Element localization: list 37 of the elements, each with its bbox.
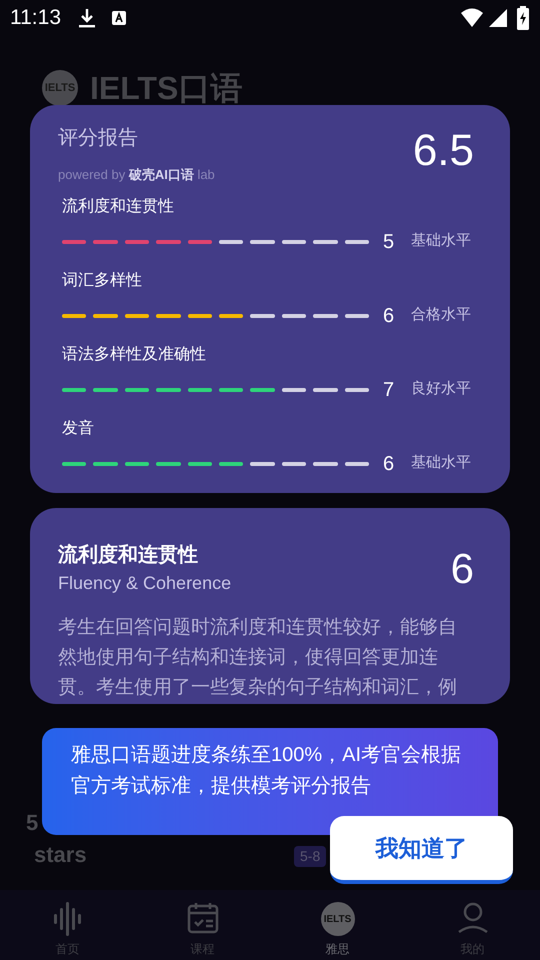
tab-label: 雅思 [326,941,350,958]
criterion-score: 6 [383,452,396,476]
clock: 11:13 [10,5,61,32]
detail-title: 流利度和连贯性 [58,542,199,568]
detail-text: 考生在回答问题时流利度和连贯性较好，能够自然地使用句子结构和连接词，使得回答更加连贯。考生使用了一些复杂的句子结构和词汇，例 [58,616,458,700]
detail-score: 6 [450,548,474,590]
ielts-icon: IELTS [320,902,354,936]
battery-icon [516,6,530,30]
card-text: 5 [26,809,38,837]
overall-score: 6.5 [412,129,474,177]
criterion-name: 语法多样性及准确性 [62,344,207,364]
criterion-score: 7 [383,378,396,402]
calendar-icon [186,902,218,936]
wifi-icon [460,8,484,28]
report-title: 评分报告 [58,126,139,151]
tip-text: 雅思口语题进度条练至100%，AI考官会根据官方考试标准，提供模考评分报告 [71,743,462,799]
detail-subtitle: Fluency & Coherence [58,572,232,595]
waveform-icon [52,902,84,936]
download-icon [77,7,97,29]
band-label: 基础水平 [411,231,471,252]
powered-by-text: powered by 破壳AI口语 lab [58,166,215,184]
criterion-name: 流利度和连贯性 [62,196,175,216]
criterion-score: 5 [383,230,396,254]
band-label: 良好水平 [411,379,471,400]
criterion-name: 发音 [62,418,95,438]
signal-icon [488,8,508,28]
nav-tab[interactable]: IELTS 雅思 [270,890,405,960]
band-label: 基础水平 [411,453,471,474]
got-it-button[interactable]: 我知道了 [330,816,513,884]
criterion-name: 词汇多样性 [62,270,143,290]
app-title: IELTS口语 [90,69,242,108]
card-text: stars [34,841,87,869]
tag: 5-8 [294,846,326,867]
criterion-score: 6 [383,304,396,328]
notification-icon [111,9,127,27]
band-label: 合格水平 [411,305,471,326]
person-icon [456,902,488,936]
